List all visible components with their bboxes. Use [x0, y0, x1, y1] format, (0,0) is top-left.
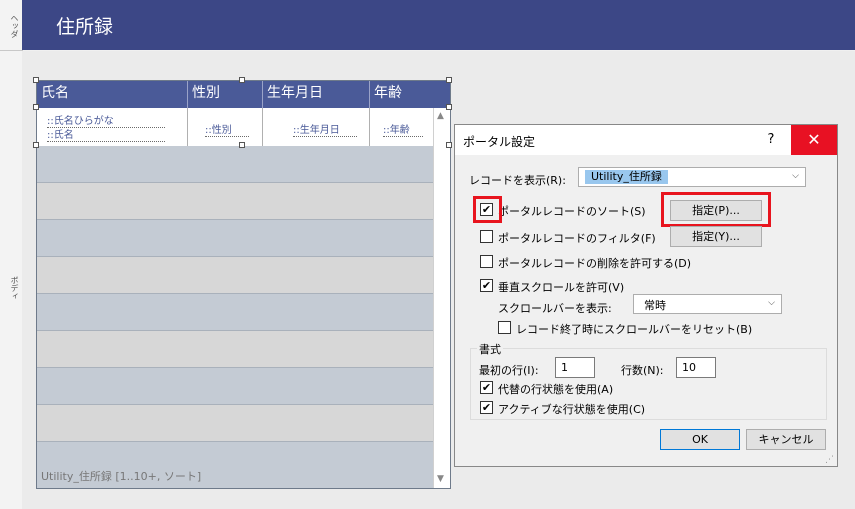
delete-label[interactable]: ポータルレコードの削除を許可する(D)	[498, 255, 691, 271]
show-records-value: Utility_住所録	[585, 170, 668, 184]
dialog-title: ポータル設定	[463, 135, 536, 149]
scrollbar-value: 常時	[644, 299, 666, 312]
resize-handle[interactable]	[239, 142, 245, 148]
highlight-box	[473, 196, 502, 223]
portal-row	[37, 294, 433, 331]
format-group-title: 書式	[477, 341, 503, 357]
alternate-row-label[interactable]: 代替の行状態を使用(A)	[498, 381, 613, 397]
scrollbar-label: スクロールバーを表示:	[498, 302, 612, 315]
page-title[interactable]: 住所録	[56, 12, 113, 39]
highlight-box	[661, 192, 771, 227]
column-header-birthdate: 生年月日	[263, 81, 370, 108]
sort-label[interactable]: ポータルレコードのソート(S)	[498, 203, 646, 219]
help-button[interactable]: ?	[751, 125, 791, 155]
field-name[interactable]: ::氏名	[47, 126, 165, 142]
filter-specify-button[interactable]: 指定(Y)...	[670, 226, 762, 247]
portal-first-row[interactable]: ::氏名ひらがな ::氏名 ::性別 ::生年月日 ::年齢	[37, 108, 433, 146]
ok-button[interactable]: OK	[660, 429, 740, 450]
scroll-up-icon[interactable]: ▲	[437, 111, 444, 121]
reset-scroll-checkbox[interactable]	[498, 321, 511, 334]
portal-scrollbar[interactable]: ▲ ▼	[433, 108, 450, 488]
column-header-age: 年齢	[374, 85, 402, 101]
portal-row	[37, 183, 433, 220]
column-header-gender: 性別	[188, 81, 263, 108]
layout-ruler: ヘッダ ボディ	[0, 0, 23, 509]
filter-checkbox[interactable]	[480, 230, 493, 243]
portal-row	[37, 220, 433, 257]
show-records-select[interactable]: Utility_住所録 ⌵	[578, 167, 806, 187]
body-part-label: ボディ	[10, 276, 19, 300]
check-icon: ✔	[481, 279, 492, 292]
check-icon: ✔	[481, 381, 492, 394]
delete-checkbox[interactable]	[480, 255, 493, 268]
header-part[interactable]: 住所録	[22, 0, 855, 50]
resize-handle[interactable]	[446, 104, 452, 110]
resize-handle[interactable]	[33, 77, 39, 83]
alternate-row-checkbox[interactable]: ✔	[480, 381, 493, 394]
field-age[interactable]: ::年齢	[383, 121, 423, 137]
active-row-checkbox[interactable]: ✔	[480, 401, 493, 414]
show-records-label: レコードを表示(R):	[469, 174, 566, 187]
filter-label[interactable]: ポータルレコードのフィルタ(F)	[498, 230, 656, 246]
rows-input[interactable]: 10	[676, 357, 716, 378]
field-gender[interactable]: ::性別	[205, 121, 249, 137]
header-part-label: ヘッダ	[10, 14, 19, 38]
portal-row	[37, 405, 433, 442]
chevron-down-icon: ⌵	[792, 171, 799, 181]
portal-row	[37, 368, 433, 405]
portal-row	[37, 257, 433, 294]
portal-footer-label: Utility_住所録 [1..10+, ソート]	[41, 470, 202, 483]
portal-header: 氏名 性別 生年月日 年齢	[37, 81, 450, 108]
first-row-label: 最初の行(I):	[479, 364, 539, 377]
scrollbar-select[interactable]: 常時 ⌵	[633, 294, 782, 314]
portal-settings-dialog[interactable]: ポータル設定 ? ✕ レコードを表示(R): Utility_住所録 ⌵ ✔ ポ…	[454, 124, 838, 467]
dialog-titlebar[interactable]: ポータル設定 ? ✕	[455, 125, 837, 155]
column-header-name: 氏名	[37, 81, 188, 108]
rows-label: 行数(N):	[621, 364, 664, 377]
resize-handle[interactable]	[239, 77, 245, 83]
first-row-input[interactable]: 1	[555, 357, 595, 378]
scroll-down-icon[interactable]: ▼	[437, 474, 444, 484]
resize-handle[interactable]	[446, 142, 452, 148]
resize-handle[interactable]	[33, 142, 39, 148]
portal-row	[37, 331, 433, 368]
chevron-down-icon: ⌵	[768, 298, 775, 308]
check-icon: ✔	[481, 401, 492, 414]
field-birthdate[interactable]: ::生年月日	[293, 121, 357, 137]
active-row-label[interactable]: アクティブな行状態を使用(C)	[498, 401, 645, 417]
part-divider	[0, 50, 22, 51]
resize-handle[interactable]	[33, 104, 39, 110]
resize-handle[interactable]	[446, 77, 452, 83]
close-button[interactable]: ✕	[791, 125, 837, 155]
cancel-button[interactable]: キャンセル	[746, 429, 826, 450]
resize-grip-icon[interactable]: ⋰	[825, 455, 834, 465]
vscroll-checkbox[interactable]: ✔	[480, 279, 493, 292]
portal-row	[37, 146, 433, 183]
reset-scroll-label[interactable]: レコード終了時にスクロールバーをリセット(B)	[516, 321, 752, 337]
vscroll-label[interactable]: 垂直スクロールを許可(V)	[498, 279, 624, 295]
